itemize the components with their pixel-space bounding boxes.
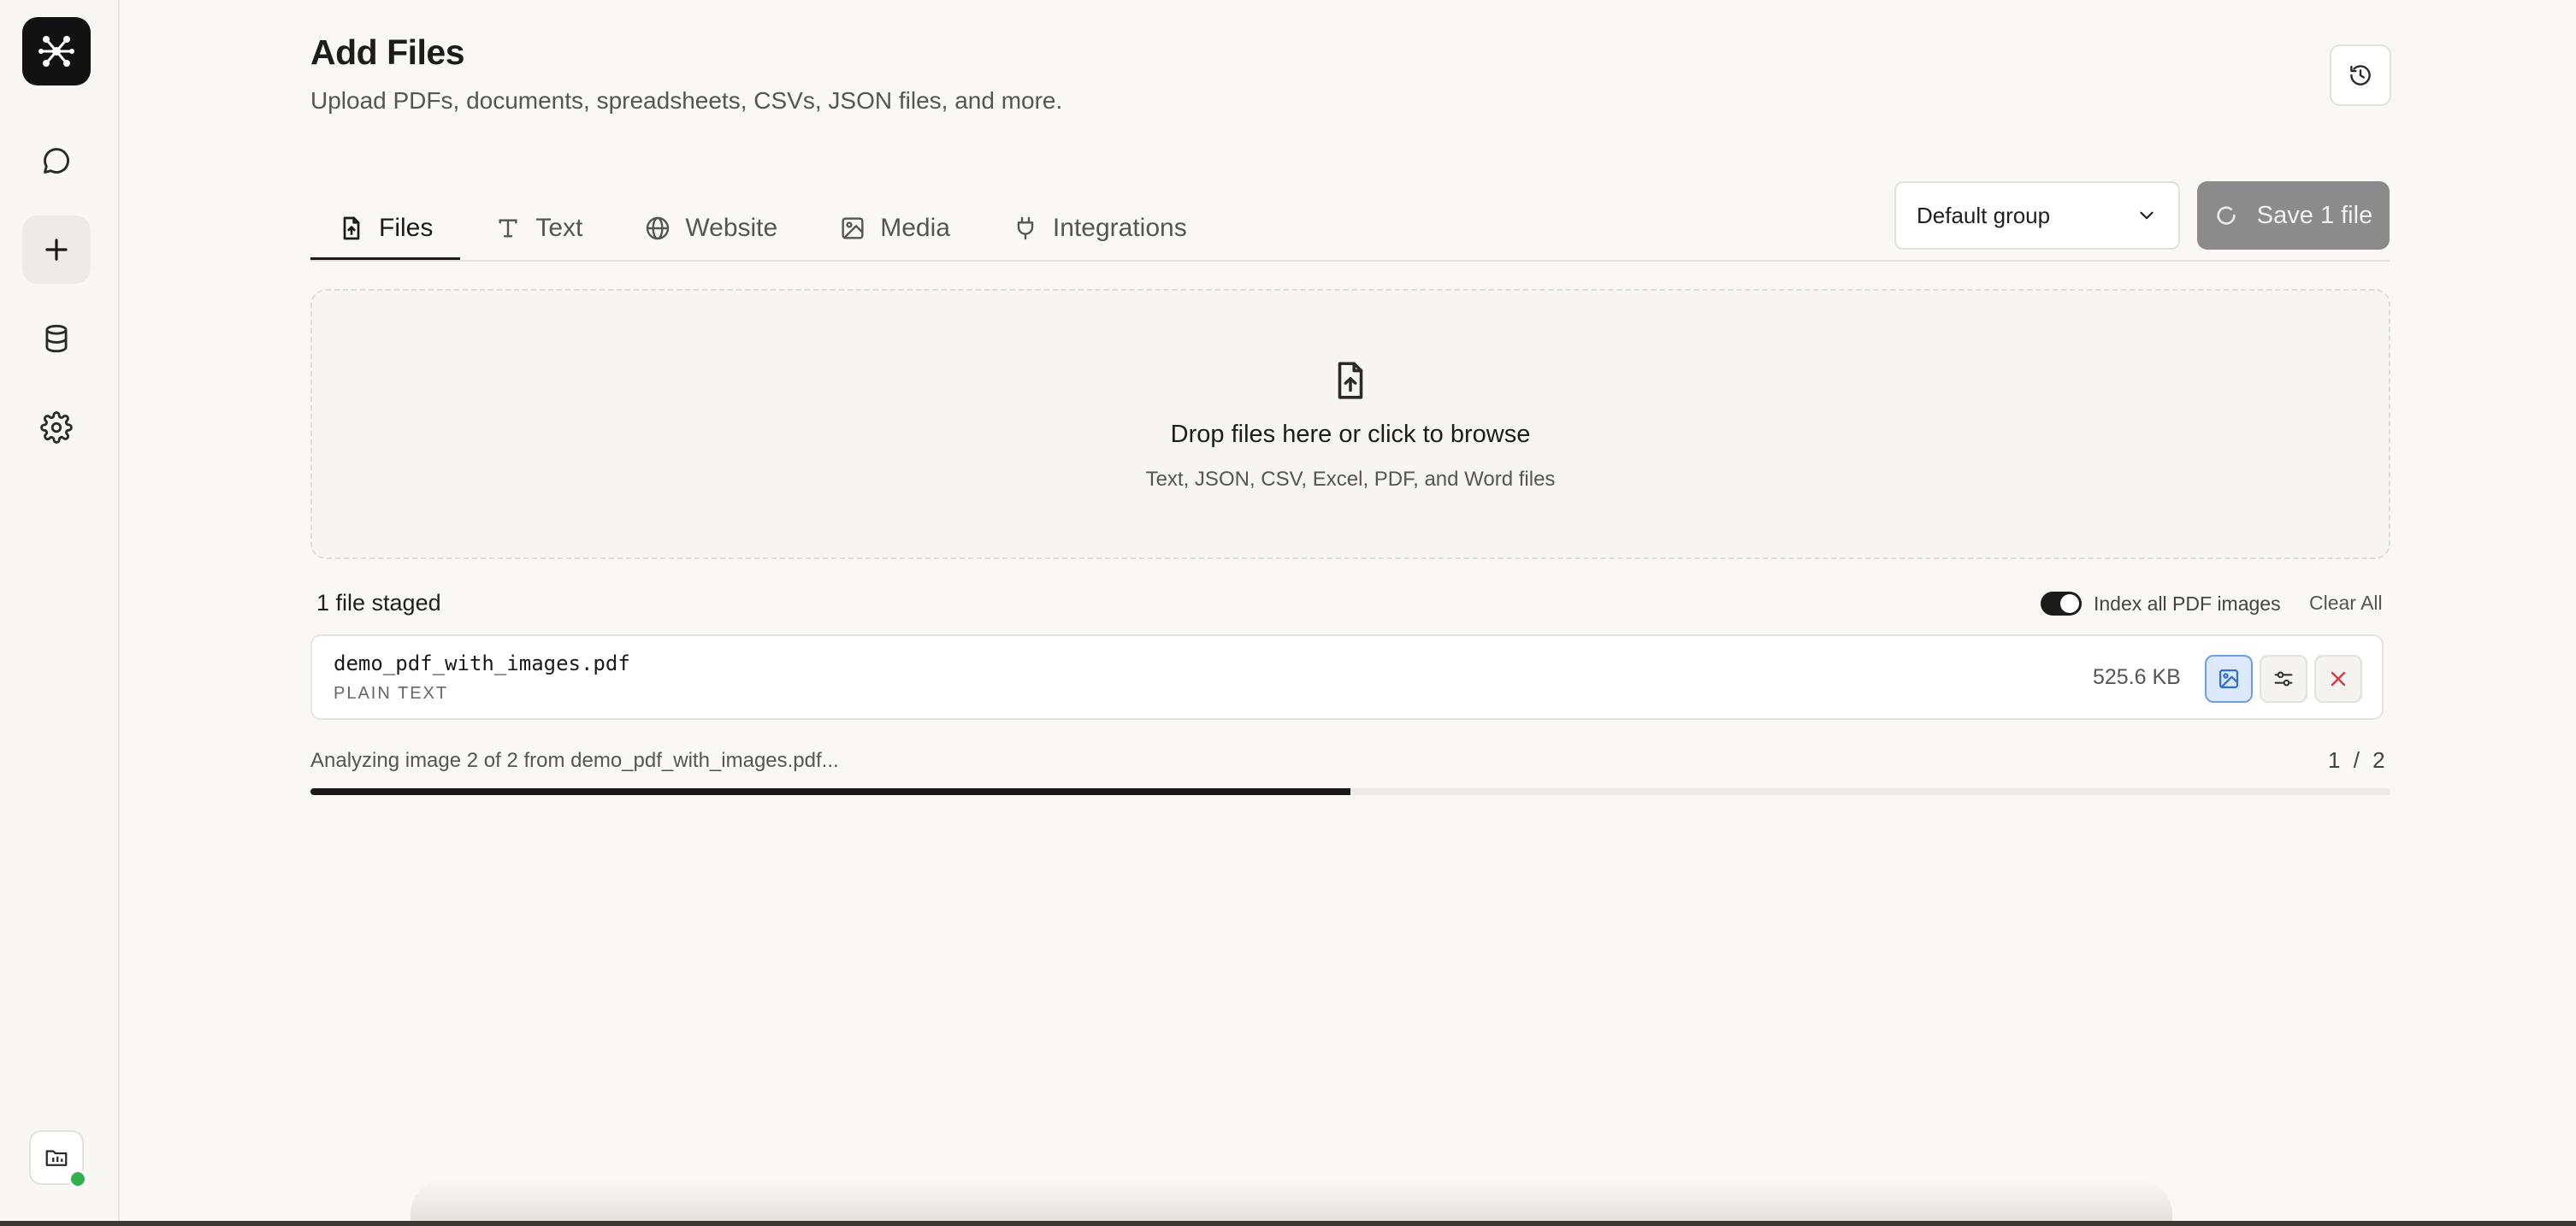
page-title: Add Files [310, 32, 465, 72]
staged-file-row: demo_pdf_with_images.pdf PLAIN TEXT 525.… [310, 634, 2384, 720]
save-button-label: Save 1 file [2256, 201, 2373, 229]
history-button[interactable] [2330, 44, 2391, 106]
plus-icon [45, 239, 68, 261]
file-name: demo_pdf_with_images.pdf [334, 651, 630, 675]
remove-file-button[interactable] [2314, 655, 2362, 703]
folder-chart-icon [45, 1150, 68, 1166]
file-upload-icon [343, 216, 360, 240]
file-dropzone[interactable]: Drop files here or click to browse Text,… [310, 289, 2390, 559]
desktop-edge [0, 1221, 2576, 1226]
progress-separator: / [2353, 747, 2360, 773]
dropzone-title: Drop files here or click to browse [1170, 421, 1531, 448]
group-select[interactable]: Default group [1894, 181, 2180, 250]
progress-total: 2 [2372, 747, 2385, 773]
staged-count: 1 file staged [316, 590, 441, 616]
group-select-value: Default group [1917, 202, 2051, 228]
tab-label: Integrations [1052, 214, 1187, 242]
sidebar-item-chat[interactable] [22, 127, 91, 195]
globe-icon [647, 216, 670, 240]
plug-icon [1017, 216, 1034, 240]
tab-website[interactable]: Website [617, 197, 805, 260]
image-icon [2219, 669, 2239, 689]
tab-label: Text [535, 214, 583, 242]
database-icon [45, 324, 68, 353]
sidebar-item-add[interactable] [22, 215, 91, 284]
close-icon [2331, 671, 2346, 687]
tab-files[interactable]: Files [310, 197, 461, 262]
logo-icon [38, 36, 74, 67]
page-subtitle: Upload PDFs, documents, spreadsheets, CS… [310, 87, 1063, 114]
progress-counter: 1 / 2 [2328, 747, 2385, 774]
spinner-icon [2217, 206, 2236, 225]
file-type: PLAIN TEXT [334, 684, 449, 703]
app-logo[interactable] [22, 17, 91, 85]
tab-integrations[interactable]: Integrations [984, 197, 1214, 260]
progress-status-text: Analyzing image 2 of 2 from demo_pdf_wit… [310, 749, 839, 772]
clear-all-button[interactable]: Clear All [2309, 592, 2383, 615]
chat-bubble-icon [44, 148, 69, 174]
file-size: 525.6 KB [2093, 665, 2181, 689]
dropzone-subtitle: Text, JSON, CSV, Excel, PDF, and Word fi… [1145, 468, 1556, 491]
source-tabs: Files Text Website Media Integrations [310, 197, 1221, 262]
progress-current: 1 [2328, 747, 2341, 773]
tab-text[interactable]: Text [467, 197, 610, 260]
status-panel-button[interactable] [29, 1130, 87, 1188]
index-images-button[interactable] [2205, 655, 2253, 703]
progress-bar-fill [310, 788, 1350, 795]
app-root: Add Files Upload PDFs, documents, spread… [0, 0, 2576, 1226]
tab-label: Media [880, 214, 950, 242]
tab-label: Files [379, 214, 434, 242]
sidebar [0, 0, 120, 1226]
chevron-down-icon [2140, 211, 2154, 220]
tab-media[interactable]: Media [812, 197, 978, 260]
sidebar-item-settings[interactable] [22, 393, 91, 462]
tabs-divider [310, 260, 2390, 262]
file-options-button[interactable] [2260, 655, 2307, 703]
sidebar-item-database[interactable] [22, 304, 91, 373]
toggle-label: Index all PDF images [2094, 592, 2281, 615]
tab-label: Website [685, 214, 778, 242]
progress-bar [310, 788, 2390, 795]
sliders-icon [2274, 671, 2293, 687]
image-icon [842, 217, 864, 239]
online-status-dot [68, 1170, 87, 1188]
file-upload-icon [1338, 362, 1363, 399]
save-files-button[interactable]: Save 1 file [2197, 181, 2390, 250]
text-type-icon [499, 219, 517, 238]
history-icon [2350, 65, 2371, 85]
bottom-shadow [411, 1180, 2172, 1221]
index-pdf-images-toggle[interactable] [2041, 592, 2082, 616]
index-pdf-images-toggle-group: Index all PDF images [2041, 590, 2281, 617]
gear-icon [40, 411, 73, 444]
